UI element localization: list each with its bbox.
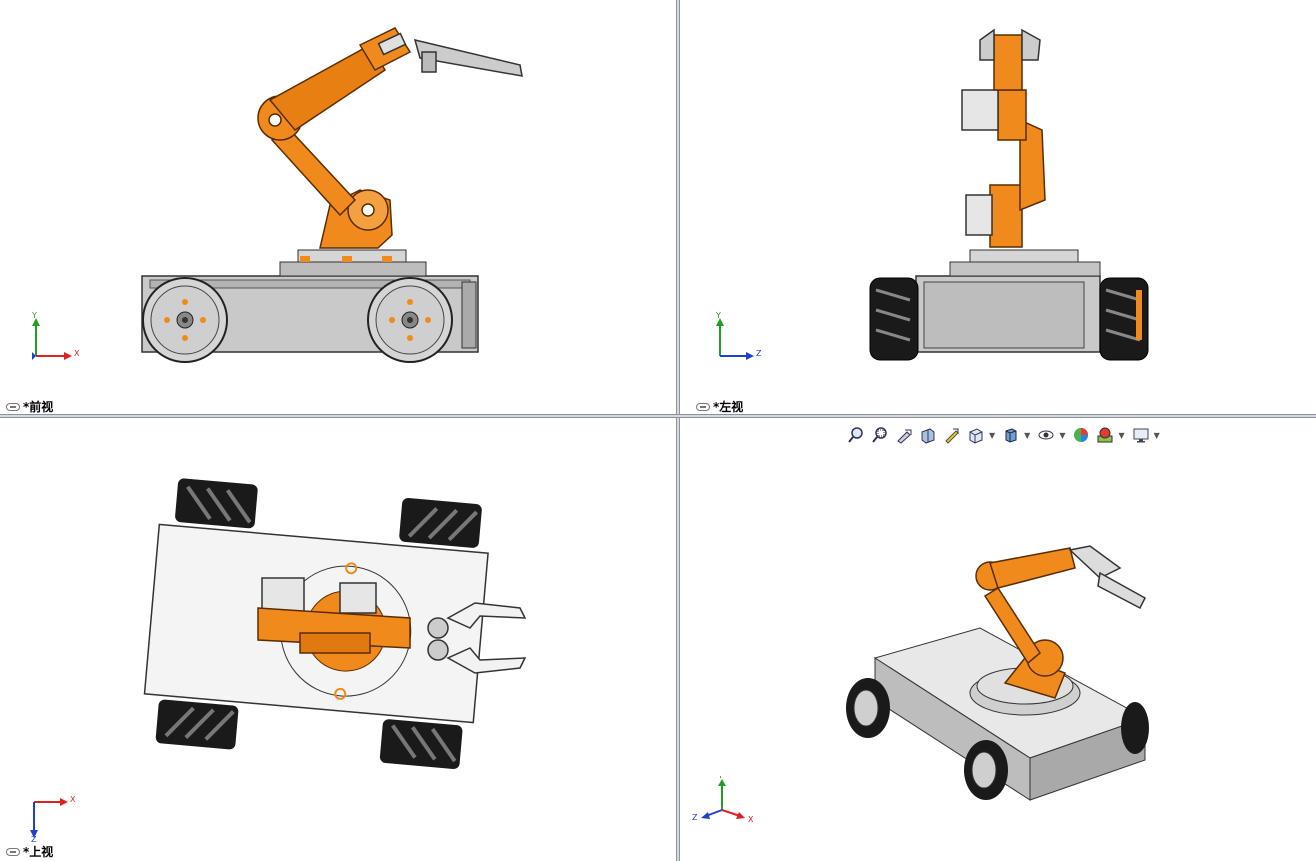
axis-label-x: X: [74, 349, 80, 358]
top-wheel-4: [379, 719, 463, 769]
viewport-divider-horizontal[interactable]: [0, 414, 1316, 418]
viewport-label-top[interactable]: *上视: [6, 843, 53, 860]
axis-label-x: X: [70, 795, 76, 804]
viewport-divider-vertical[interactable]: [676, 0, 680, 861]
heads-up-view-toolbar: ▼ ▼ ▼ ▼ ▼: [845, 425, 1163, 445]
axis-label-z: Z: [692, 813, 698, 822]
top-wheel-1: [175, 478, 258, 529]
display-style-icon[interactable]: [1000, 425, 1022, 445]
axis-label-z: Z: [756, 349, 762, 358]
axis-label-y: Y: [31, 312, 37, 320]
section-view-icon[interactable]: [917, 425, 939, 445]
viewport-front-title: *前视: [23, 400, 54, 414]
front-robot-arm: [257, 27, 523, 249]
iso-wheel-3: [1121, 702, 1149, 754]
viewport-top-title: *上视: [23, 845, 54, 859]
chevron-down-icon[interactable]: ▼: [1059, 431, 1065, 440]
iso-wheel-1: [846, 678, 890, 738]
chevron-down-icon[interactable]: ▼: [1024, 431, 1030, 440]
viewport-label-front[interactable]: *前视: [6, 398, 53, 414]
link-views-icon[interactable]: [696, 402, 710, 411]
front-view-model[interactable]: [0, 0, 676, 414]
axis-label-y: Y: [717, 776, 723, 780]
zoom-to-area-icon[interactable]: [869, 425, 891, 445]
link-views-icon[interactable]: [6, 402, 20, 411]
axis-label-x: X: [748, 815, 754, 824]
top-wheel-2: [399, 498, 482, 548]
top-view-model[interactable]: [0, 418, 676, 861]
hide-show-items-icon[interactable]: [1035, 425, 1057, 445]
top-axis-triad: X Z: [30, 795, 76, 844]
front-wheel-right: [367, 277, 453, 363]
chevron-down-icon[interactable]: ▼: [1118, 431, 1124, 440]
front-axis-triad: Y X: [31, 312, 80, 360]
iso-wheel-2: [964, 740, 1008, 800]
iso-axis-triad: Y Z X: [692, 776, 754, 824]
iso-view-model[interactable]: [680, 418, 1316, 861]
viewport-left[interactable]: Y Z *左视: [680, 0, 1316, 414]
axis-label-y: Y: [715, 312, 721, 320]
view-settings-icon[interactable]: [1130, 425, 1152, 445]
viewport-front[interactable]: Y X *前视: [0, 0, 676, 414]
link-views-icon[interactable]: [6, 847, 20, 856]
left-wheel-2: [1099, 277, 1149, 361]
viewport-label-left[interactable]: *左视: [696, 398, 743, 414]
left-axis-triad: Y Z: [715, 312, 762, 360]
dynamic-annotation-icon[interactable]: [941, 425, 963, 445]
left-robot-arm: [961, 28, 1046, 248]
zoom-to-fit-icon[interactable]: [845, 425, 867, 445]
edit-appearance-icon[interactable]: [1070, 425, 1092, 445]
viewport-left-title: *左视: [713, 400, 744, 414]
viewport-top[interactable]: X Z *上视: [0, 418, 676, 861]
apply-scene-icon[interactable]: [1094, 425, 1116, 445]
view-orientation-icon[interactable]: [965, 425, 987, 445]
chevron-down-icon[interactable]: ▼: [1154, 431, 1160, 440]
front-wheel-left: [142, 277, 228, 363]
top-wheel-3: [155, 699, 239, 750]
left-wheel-1: [869, 277, 919, 361]
viewport-isometric[interactable]: Y Z X: [680, 418, 1316, 861]
previous-view-icon[interactable]: [893, 425, 915, 445]
chevron-down-icon[interactable]: ▼: [989, 431, 995, 440]
left-view-model[interactable]: [680, 0, 1316, 414]
